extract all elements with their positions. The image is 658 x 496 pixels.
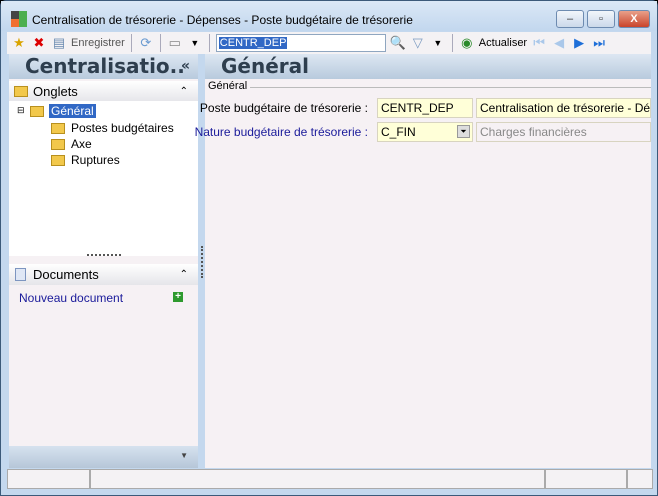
status-cell [545,469,627,489]
app-icon [11,11,27,27]
toolbar: ★ ✖ ▤ Enregistrer ⟳ ▭ ▼ CENTR_DEP 🔍 ▽ ▼ … [7,32,651,54]
last-icon[interactable]: ⏭ [591,35,607,51]
poste-code-field[interactable]: CENTR_DEP [377,98,473,118]
search-icon[interactable]: 🔍 [390,35,406,51]
group-label: Général [208,80,248,92]
nature-desc-field: Charges financières [476,122,651,142]
group-line [250,87,651,88]
tree-item-ruptures[interactable]: Ruptures [71,153,120,167]
resize-grip[interactable] [627,469,653,489]
app-window: Centralisation de trésorerie - Dépenses … [0,0,658,496]
nature-code-field[interactable]: C_FIN ⏷ [377,122,473,142]
folder-icon [51,155,65,166]
folder-icon [14,86,28,97]
separator [451,34,453,52]
left-panel-title: Centralisatio.. « [9,54,198,79]
tabs-section-header[interactable]: Onglets ⌃ [9,81,198,102]
title-bar: Centralisation de trésorerie - Dépenses … [1,1,657,31]
window-title: Centralisation de trésorerie - Dépenses … [32,13,413,27]
poste-desc-field[interactable]: Centralisation de trésorerie - Dépenses [476,98,651,118]
vertical-splitter[interactable] [201,246,203,278]
chevron-down-icon[interactable]: ▼ [180,451,188,460]
sync-icon[interactable]: ⟳ [138,35,154,51]
splitter-handle[interactable] [87,254,121,256]
poste-label: Poste budgétaire de trésorerie : [199,101,368,115]
main-panel: Général Général Poste budgétaire de trés… [195,54,651,468]
refresh-button[interactable]: Actualiser [479,37,527,49]
separator [159,34,161,52]
tabs-header-label: Onglets [33,84,78,99]
add-icon[interactable]: + [173,292,183,302]
documents-section-header[interactable]: Documents ⌃ [9,264,198,285]
search-input[interactable]: CENTR_DEP [215,34,386,52]
left-panel: Centralisatio.. « Onglets ⌃ ⊟ Général Post… [9,54,198,468]
next-icon[interactable]: ▶ [571,35,587,51]
documents-header-label: Documents [33,267,99,282]
minimize-button[interactable]: ‒ [556,10,584,28]
save-icon[interactable]: ▤ [51,35,67,51]
dropdown-chevron-icon[interactable]: ⏷ [457,125,470,138]
tabs-tree: ⊟ Général Postes budgétaires Axe Rupture… [9,101,198,256]
folder-icon [51,139,65,150]
tree-item-postes[interactable]: Postes budgétaires [71,121,174,135]
nature-label[interactable]: Nature budgétaire de trésorerie : [195,125,368,139]
collapse-button[interactable]: « [181,54,190,79]
save-button[interactable]: Enregistrer [71,37,125,49]
main-title: Général [205,54,651,79]
print-icon[interactable]: ▭ [167,35,183,51]
refresh-icon[interactable]: ◉ [459,35,475,51]
delete-icon[interactable]: ✖ [31,35,47,51]
status-cell [7,469,90,489]
folder-open-icon [30,106,44,117]
status-bar [7,469,653,489]
tree-item-general[interactable]: Général [49,104,96,118]
folder-icon [51,123,65,134]
status-cell [90,469,545,489]
chevron-down-icon[interactable]: ▼ [187,35,203,51]
panel-footer: ▼ [9,446,198,468]
search-value: CENTR_DEP [218,37,288,49]
close-button[interactable]: X [618,10,650,28]
collapse-chevron-icon[interactable]: ⌃ [180,264,188,285]
tree-expander[interactable]: ⊟ [17,105,25,116]
nature-code-value: C_FIN [381,125,416,139]
separator [130,34,132,52]
first-icon[interactable]: ⏮ [531,35,547,51]
tree-item-axe[interactable]: Axe [71,137,92,151]
previous-icon[interactable]: ◀ [551,35,567,51]
chevron-down-icon[interactable]: ▼ [430,35,446,51]
separator [208,34,210,52]
collapse-chevron-icon[interactable]: ⌃ [180,81,188,102]
new-icon[interactable]: ★ [11,35,27,51]
document-icon [15,268,26,281]
new-document-link[interactable]: Nouveau document [19,291,123,305]
filter-icon[interactable]: ▽ [410,35,426,51]
left-title-text: Centralisatio.. [25,54,185,78]
maximize-button[interactable]: ▫ [587,10,615,28]
